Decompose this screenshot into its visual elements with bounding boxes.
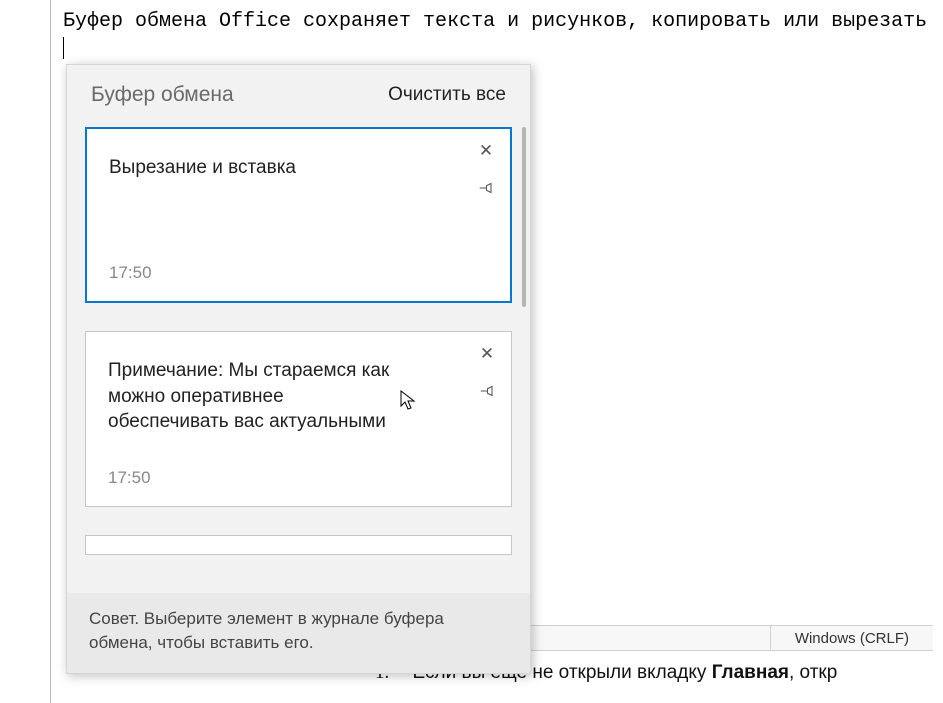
clipboard-body: Вырезание и вставка 17:50 ✕ Примечание: … [67, 127, 530, 593]
clipboard-item[interactable]: Вырезание и вставка 17:50 ✕ [85, 127, 512, 303]
clipboard-item[interactable]: Примечание: Мы стараемся как можно опера… [85, 331, 512, 507]
clipboard-item-time: 17:50 [108, 468, 489, 488]
bottom-text-suffix: , откр [789, 662, 837, 683]
document-line[interactable]: Буфер обмена Office сохраняет текста и р… [63, 10, 926, 33]
clear-all-button[interactable]: Очистить все [388, 84, 506, 106]
clipboard-header: Буфер обмена Очистить все [67, 65, 530, 127]
text-cursor [63, 37, 64, 59]
bottom-text-bold: Главная [712, 662, 789, 683]
clipboard-item-time: 17:50 [109, 263, 488, 283]
scrollbar-thumb[interactable] [522, 127, 526, 307]
pin-icon[interactable] [477, 382, 495, 400]
pin-icon[interactable] [476, 179, 494, 197]
status-bar: Windows (CRLF) [520, 625, 933, 651]
close-icon[interactable]: ✕ [479, 346, 495, 362]
status-encoding[interactable]: Windows (CRLF) [770, 626, 933, 650]
clipboard-item-text: Вырезание и вставка [109, 155, 409, 181]
clipboard-item-text: Примечание: Мы стараемся как можно опера… [108, 358, 408, 435]
clipboard-tip: Совет. Выберите элемент в журнале буфера… [67, 593, 530, 673]
close-icon[interactable]: ✕ [478, 143, 494, 159]
clipboard-item-peek[interactable] [85, 535, 512, 555]
clipboard-panel: Буфер обмена Очистить все Вырезание и вс… [66, 64, 531, 674]
clipboard-title: Буфер обмена [91, 83, 234, 107]
